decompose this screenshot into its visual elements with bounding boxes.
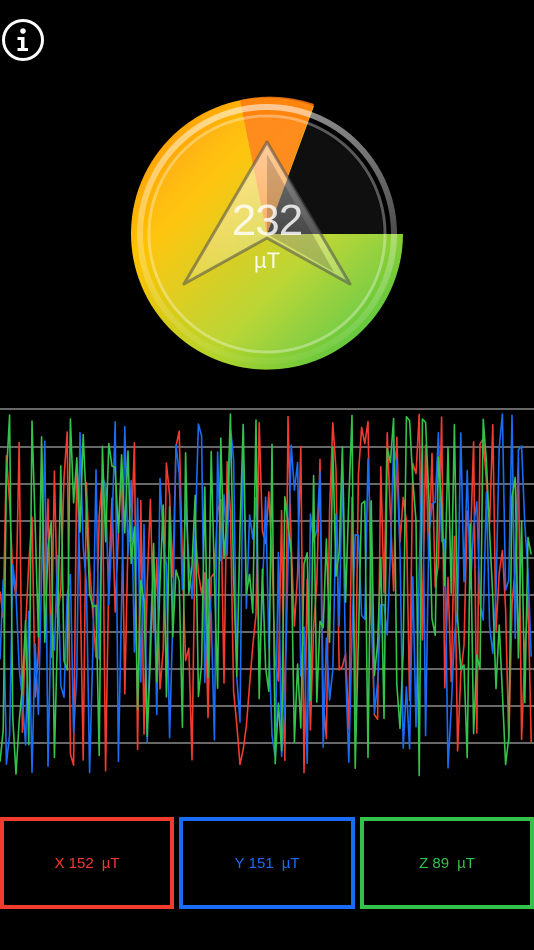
z-axis-unit: µT xyxy=(457,854,475,872)
x-axis-unit: µT xyxy=(101,854,120,872)
x-axis-readout[interactable]: X 152 µT xyxy=(0,817,174,909)
magnetometer-gauge xyxy=(131,96,403,370)
z-axis-label: Z xyxy=(419,854,429,872)
x-axis-label: X xyxy=(54,854,65,872)
y-axis-value: 151 xyxy=(248,854,274,872)
y-axis-label: Y xyxy=(234,854,245,872)
z-axis-value: 89 xyxy=(432,854,450,872)
field-history-graph xyxy=(0,408,534,777)
y-axis-readout[interactable]: Y 151 µT xyxy=(179,817,355,909)
y-axis-unit: µT xyxy=(281,854,300,872)
x-axis-value: 152 xyxy=(68,854,94,872)
z-axis-readout[interactable]: Z 89 µT xyxy=(360,817,534,909)
